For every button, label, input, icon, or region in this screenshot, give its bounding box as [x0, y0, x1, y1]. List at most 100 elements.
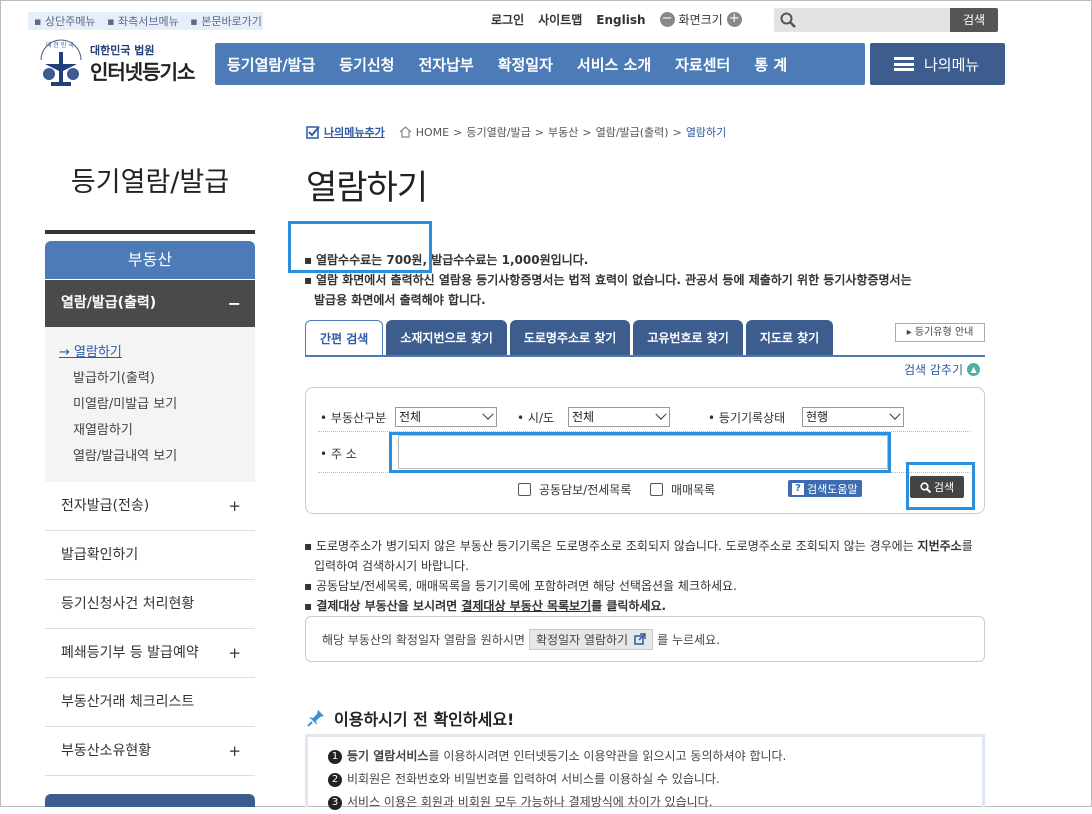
sidebar-title: 등기열람/발급: [70, 167, 230, 198]
sidebar-submenu: → 열람하기 발급하기(출력) 미열람/미발급 보기 재열람하기 열람/발급내역…: [45, 327, 255, 482]
sales-list-checkbox[interactable]: 매매목록: [650, 481, 715, 498]
search-help-button[interactable]: ? 검색도움말: [788, 480, 862, 497]
submenu-item[interactable]: 미열람/미발급 보기: [45, 393, 255, 419]
nav-item[interactable]: 등기열람/발급: [215, 54, 327, 75]
nav-item[interactable]: 통 계: [742, 54, 799, 75]
sidebar-item[interactable]: 부동산거래 체크리스트: [45, 678, 255, 727]
address-label: • 주 소: [320, 447, 357, 461]
zoom-out-icon[interactable]: −: [659, 12, 675, 27]
hide-search-toggle[interactable]: 검색 감추기 ▲: [904, 361, 981, 378]
question-icon: ?: [792, 482, 804, 495]
search-icon: [780, 12, 796, 28]
site-logo[interactable]: 대 한 민 국 대한민국 법원 인터넷등기소: [35, 38, 205, 88]
my-menu-label: 나의메뉴: [924, 55, 980, 74]
highlight-box: [288, 221, 432, 273]
add-my-menu-link[interactable]: 나의메뉴추가: [324, 124, 385, 140]
hamburger-icon: [894, 57, 914, 71]
breadcrumb-item[interactable]: 열람/발급(출력): [596, 124, 669, 140]
search-button[interactable]: 검색: [950, 8, 998, 32]
payment-list-link[interactable]: 결제대상 부동산 목록보기: [461, 599, 591, 613]
skip-link[interactable]: ▪ 본문바로가기: [190, 15, 266, 28]
sidebar-item[interactable]: 폐쇄등기부 등 발급예약 +: [45, 629, 255, 678]
sido-label: • 시/도: [517, 411, 555, 425]
submenu-item[interactable]: 발급하기(출력): [45, 367, 255, 393]
breadcrumb-item[interactable]: 등기열람/발급: [466, 124, 530, 140]
tab-simple-search[interactable]: 간편 검색: [305, 320, 384, 356]
list-item: 1 등기 열람서비스를 이용하시려면 인터넷등기소 이용약관을 읽으시고 동의하셔…: [328, 745, 962, 768]
list-item: 3 서비스 이용은 회원과 비회원 모두 가능하나 결제방식에 차이가 있습니다.: [328, 791, 962, 814]
nav-item[interactable]: 자료센터: [663, 54, 742, 75]
joint-collateral-checkbox[interactable]: 공동담보/전세목록: [518, 481, 631, 498]
logo-title: 인터넷등기소: [90, 60, 195, 84]
my-menu-button[interactable]: 나의메뉴: [870, 43, 1005, 85]
skip-link[interactable]: ▪ 상단주메뉴: [34, 15, 100, 28]
page-title: 열람하기: [306, 168, 428, 208]
expand-icon[interactable]: +: [228, 482, 241, 530]
sido-select[interactable]: 전체: [568, 407, 670, 427]
search-tabs: 간편 검색 소재지번으로 찾기 도로명주소로 찾기 고유번호로 찾기 지도로 찾…: [305, 320, 834, 356]
tab-map[interactable]: 지도로 찾기: [745, 320, 834, 356]
search-note: ▪ 공동담보/전세목록, 매매목록을 등기기록에 포함하려면 해당 선택옵션을 …: [304, 579, 737, 593]
expand-icon[interactable]: +: [228, 727, 241, 775]
nav-item[interactable]: 확정일자: [486, 54, 565, 75]
zoom-in-icon[interactable]: +: [726, 12, 742, 27]
before-use-heading: 이용하시기 전 확인하세요!: [306, 706, 514, 730]
skip-link[interactable]: ▪ 좌측서브메뉴: [107, 15, 183, 28]
home-icon: [399, 126, 412, 138]
highlight-box: [389, 432, 891, 473]
record-state-label: • 등기기록상태: [708, 411, 786, 425]
search-note: ▪ 도로명주소가 병기되지 않은 부동산 등기기록은 도로명주소로 조회되지 않…: [304, 539, 973, 553]
submenu-item[interactable]: 재열람하기: [45, 419, 255, 445]
font-size-label: 화면크기: [678, 13, 723, 27]
fixed-date-notice: 해당 부동산의 확정일자 열람을 원하시면 확정일자 열람하기 를 누르세요.: [305, 616, 985, 662]
breadcrumb-current: 열람하기: [685, 126, 727, 139]
tab-underline: [305, 355, 985, 357]
collapse-icon[interactable]: −: [228, 280, 241, 327]
main-nav: 등기열람/발급 등기신청 전자납부 확정일자 서비스 소개 자료센터 통 계: [215, 43, 865, 85]
sidebar-item[interactable]: 등기신청사건 처리현황: [45, 580, 255, 629]
search-input[interactable]: [774, 8, 950, 32]
expand-icon[interactable]: +: [228, 629, 241, 677]
search-notes: ▪ 도로명주소가 병기되지 않은 부동산 등기기록은 도로명주소로 조회되지 않…: [304, 536, 984, 616]
submenu-item[interactable]: 열람/발급내역 보기: [45, 445, 255, 471]
breadcrumb-item[interactable]: 부동산: [548, 124, 578, 140]
record-state-select[interactable]: 현행: [802, 407, 904, 427]
breadcrumb-item[interactable]: HOME: [416, 126, 449, 139]
property-type-select[interactable]: 전체: [395, 407, 497, 427]
property-type-label: • 부동산구분: [320, 411, 387, 425]
tab-lot-number[interactable]: 소재지번으로 찾기: [386, 320, 507, 356]
login-link[interactable]: 로그인: [491, 11, 524, 28]
sitemap-link[interactable]: 사이트맵: [538, 11, 582, 28]
fixed-date-view-button[interactable]: 확정일자 열람하기: [528, 628, 654, 650]
highlight-box: [906, 462, 975, 510]
font-size-control: − 화면크기 +: [659, 11, 742, 28]
registry-type-guide-button[interactable]: ▸ 등기유형 안내: [895, 323, 985, 342]
nav-item[interactable]: 전자납부: [406, 54, 485, 75]
sidebar-next-section[interactable]: [45, 794, 255, 807]
list-item: 2 비회원은 전화번호와 비밀번호를 입력하여 서비스를 이용하실 수 있습니다.: [328, 768, 962, 791]
court-emblem-icon: 대 한 민 국: [40, 39, 82, 86]
sidebar-item[interactable]: 전자발급(전송) +: [45, 482, 255, 531]
nav-item[interactable]: 서비스 소개: [565, 54, 663, 75]
search-note: ▪ 결제대상 부동산을 보시려면 결제대상 부동산 목록보기를 클릭하세요.: [304, 599, 667, 613]
breadcrumb: 나의메뉴추가 HOME > 등기열람/발급 > 부동산 > 열람/발급(출력) …: [306, 124, 726, 140]
sidebar-section[interactable]: 부동산: [45, 241, 255, 279]
sidebar-divider: [45, 230, 255, 234]
sidebar-item[interactable]: 부동산소유현황 +: [45, 727, 255, 776]
submenu-item-active[interactable]: → 열람하기: [45, 341, 255, 367]
skip-links: ▪ 상단주메뉴 ▪ 좌측서브메뉴 ▪ 본문바로가기: [28, 12, 263, 30]
nav-item[interactable]: 등기신청: [327, 54, 406, 75]
utility-menu: 로그인 사이트맵 English − 화면크기 +: [491, 11, 742, 28]
search-note: 입력하여 검색하시기 바랍니다.: [314, 559, 469, 573]
sidebar-item-selected[interactable]: 열람/발급(출력) −: [45, 280, 255, 327]
tab-road-address[interactable]: 도로명주소로 찾기: [509, 320, 631, 356]
tab-unique-number[interactable]: 고유번호로 찾기: [633, 320, 743, 356]
svg-text:대 한 민 국: 대 한 민 국: [46, 41, 74, 49]
before-use-list: 1 등기 열람서비스를 이용하시려면 인터넷등기소 이용약관을 읽으시고 동의하셔…: [305, 734, 985, 810]
checkbox-checked-icon: [306, 126, 320, 139]
fee-note: ▪ 열람 화면에서 출력하신 열람용 등기사항증명서는 법적 효력이 없습니다.…: [304, 273, 912, 287]
fee-note: 발급용 화면에서 출력해야 합니다.: [314, 293, 486, 307]
english-link[interactable]: English: [596, 13, 645, 27]
chevron-up-icon: ▲: [967, 363, 981, 376]
sidebar-item[interactable]: 발급확인하기: [45, 531, 255, 580]
